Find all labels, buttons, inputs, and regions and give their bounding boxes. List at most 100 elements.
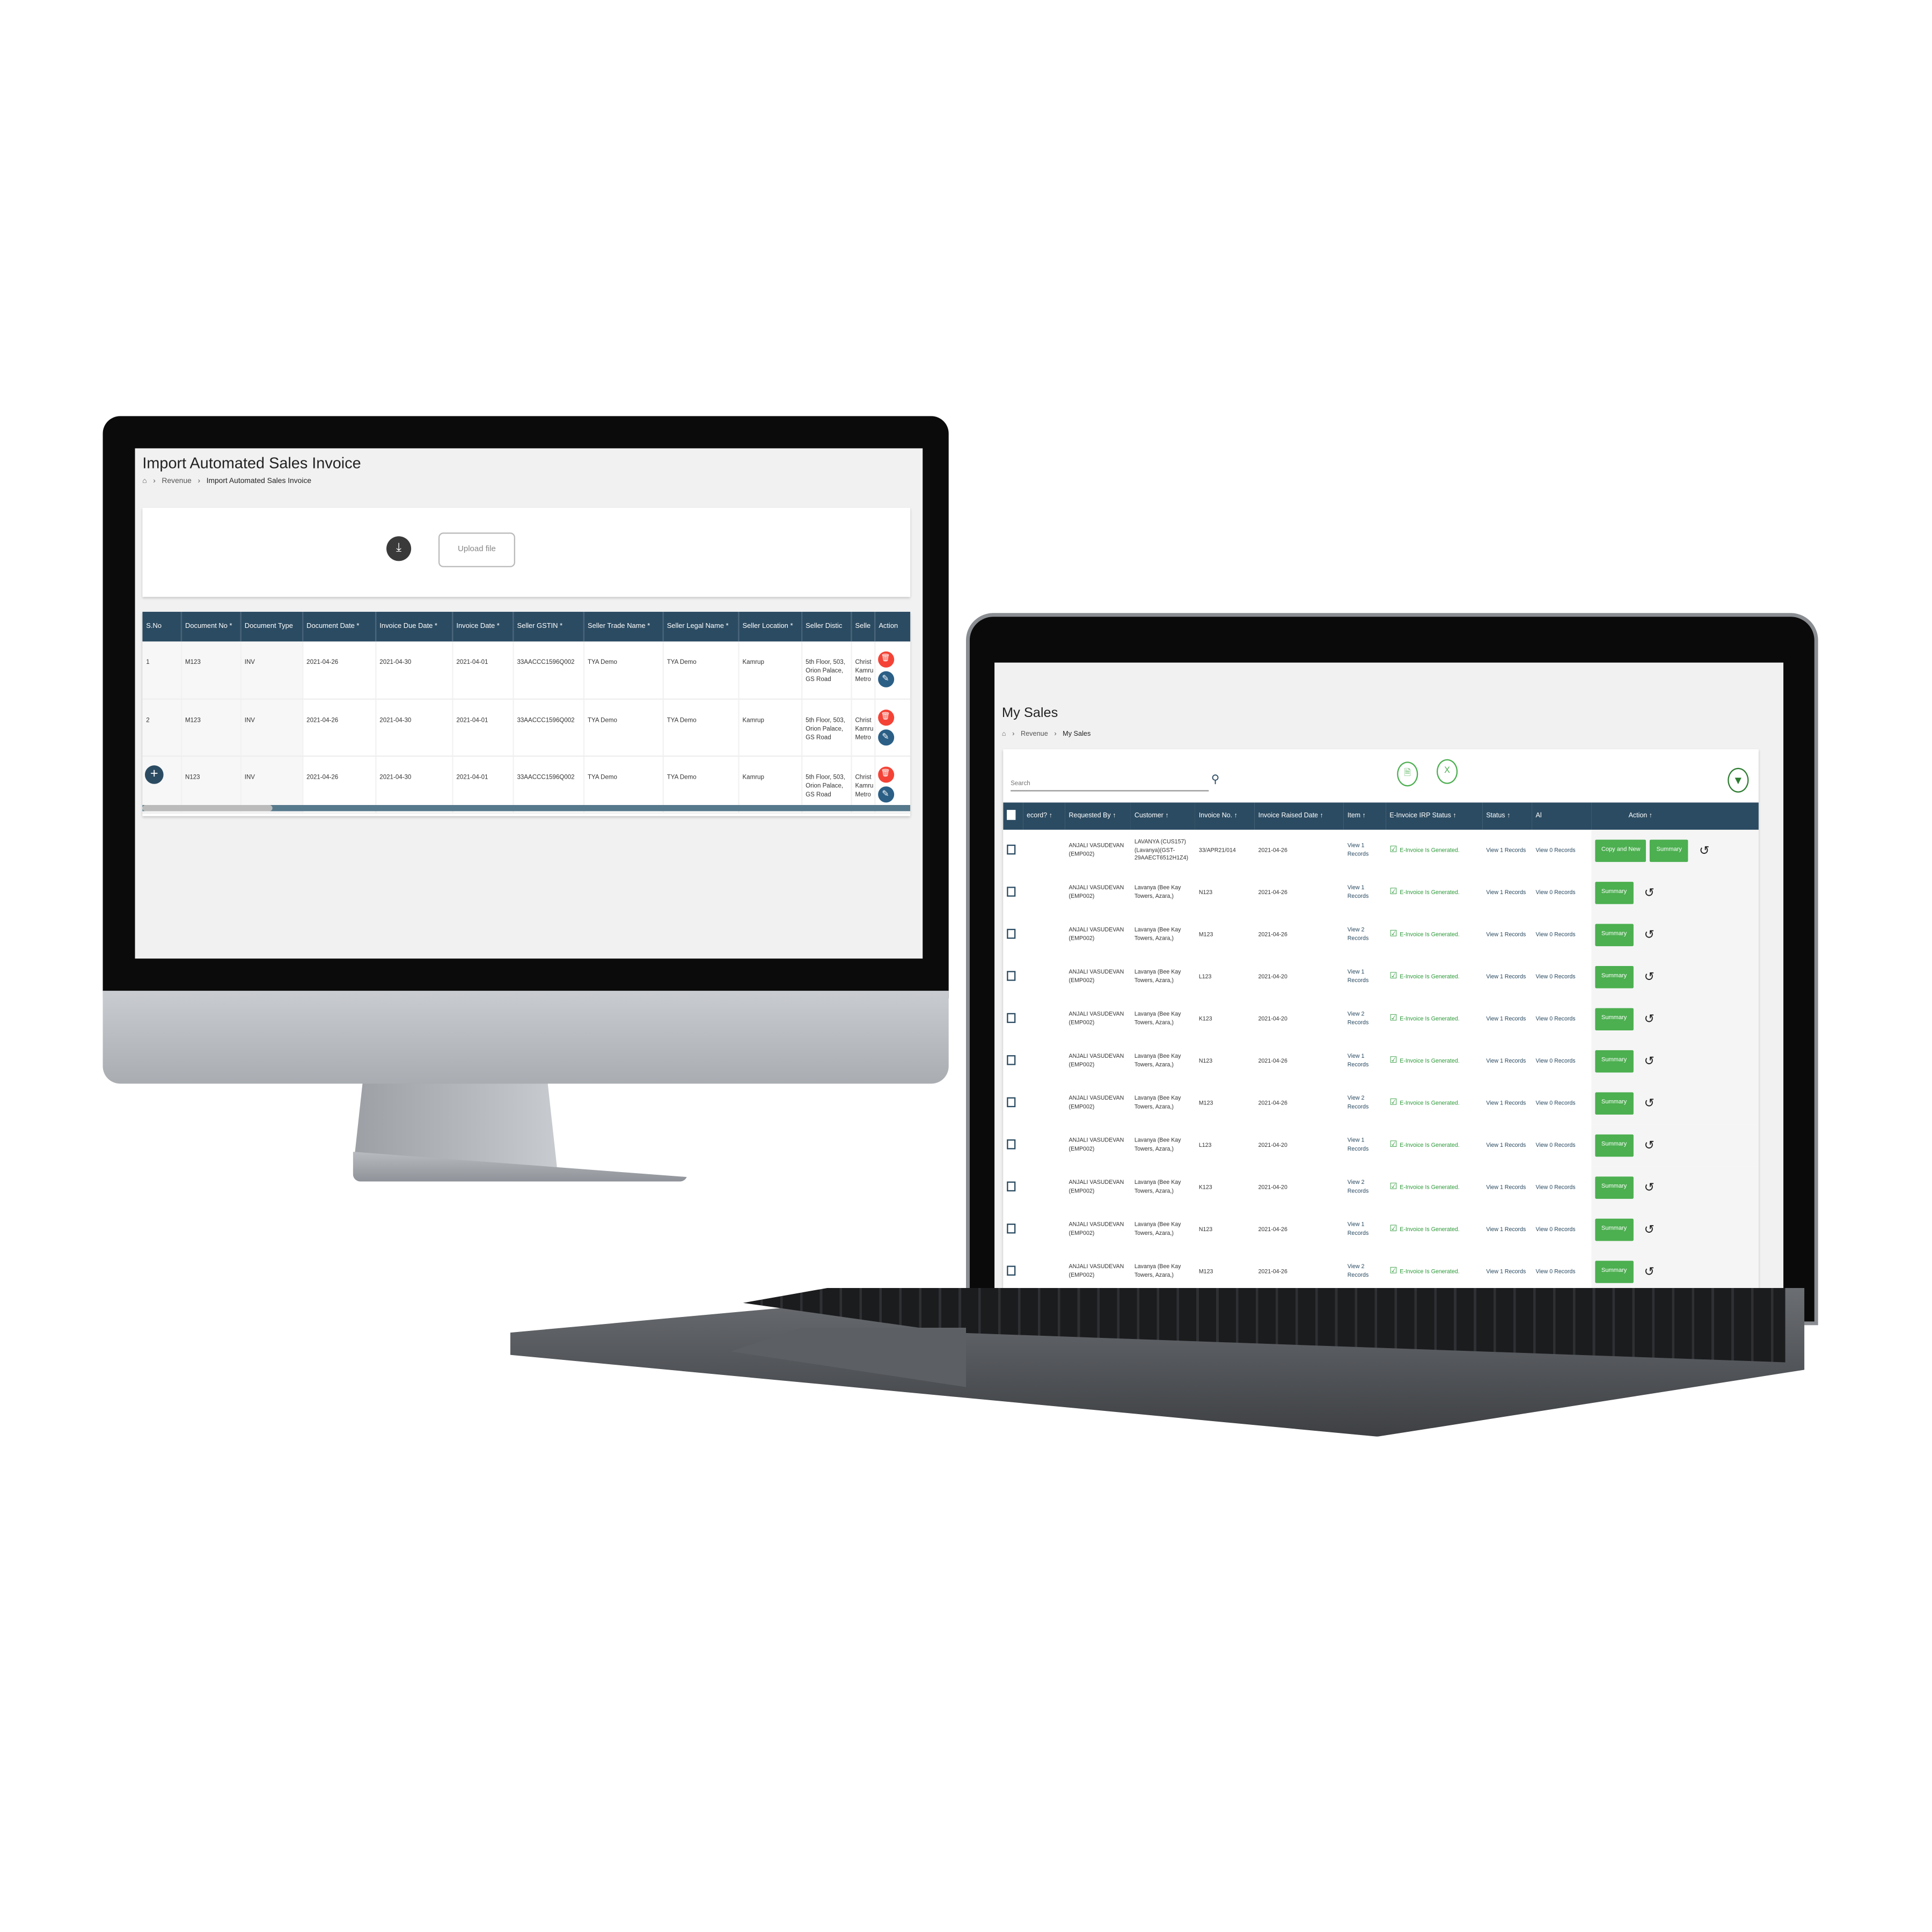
checkbox-icon[interactable]: [1007, 928, 1016, 939]
column-header[interactable]: Seller Trade Name *: [583, 612, 663, 642]
download-icon[interactable]: ⤓: [386, 536, 412, 561]
item-cell[interactable]: View 1 Records: [1343, 1209, 1386, 1251]
checkbox-icon[interactable]: [1007, 1055, 1016, 1065]
al-cell[interactable]: View 0 Records: [1532, 956, 1592, 999]
breadcrumb-revenue[interactable]: Revenue: [1021, 731, 1048, 738]
history-icon[interactable]: ↺: [1644, 1094, 1655, 1113]
column-header[interactable]: Seller GSTIN *: [513, 612, 584, 642]
summary-button[interactable]: Summary: [1595, 1218, 1633, 1241]
al-cell[interactable]: View 0 Records: [1532, 998, 1592, 1041]
summary-button[interactable]: Summary: [1595, 1261, 1633, 1283]
column-header[interactable]: E-Invoice IRP Status ↑: [1386, 802, 1483, 830]
delete-icon[interactable]: 🗑: [877, 651, 894, 668]
checkbox-icon[interactable]: [1007, 1139, 1016, 1149]
status-cell[interactable]: View 1 Records: [1482, 1250, 1532, 1293]
column-header[interactable]: Status ↑: [1482, 802, 1532, 830]
status-cell[interactable]: View 1 Records: [1482, 1166, 1532, 1209]
al-cell[interactable]: View 0 Records: [1532, 1082, 1592, 1125]
column-header[interactable]: Seller Location *: [738, 612, 802, 642]
edit-icon[interactable]: ✎: [877, 786, 894, 802]
summary-button[interactable]: Summary: [1650, 839, 1688, 862]
al-cell[interactable]: View 0 Records: [1532, 872, 1592, 914]
add-row-button[interactable]: +: [145, 765, 164, 784]
history-icon[interactable]: ↺: [1644, 1179, 1655, 1197]
status-cell[interactable]: View 1 Records: [1482, 1209, 1532, 1251]
checkbox-icon[interactable]: [1007, 886, 1016, 896]
history-icon[interactable]: ↺: [1644, 968, 1655, 986]
column-header[interactable]: Invoice Due Date *: [375, 612, 453, 642]
column-header[interactable]: Action: [874, 612, 911, 642]
checkbox-icon[interactable]: [1007, 1012, 1016, 1023]
sort-arrow-icon[interactable]: ↑: [1451, 813, 1456, 820]
al-cell[interactable]: View 0 Records: [1532, 1209, 1592, 1251]
history-icon[interactable]: ↺: [1644, 884, 1655, 903]
column-header[interactable]: Item ↑: [1343, 802, 1386, 830]
summary-button[interactable]: Summary: [1595, 1050, 1633, 1073]
search-icon[interactable]: ⚲: [1211, 773, 1219, 786]
summary-button[interactable]: Summary: [1595, 1176, 1633, 1199]
al-cell[interactable]: View 0 Records: [1532, 830, 1592, 872]
column-header[interactable]: Document No *: [180, 612, 241, 642]
sort-arrow-icon[interactable]: ↑: [1647, 813, 1652, 820]
pdf-export-icon[interactable]: 🗎: [1397, 762, 1418, 787]
sort-arrow-icon[interactable]: ↑: [1318, 813, 1323, 820]
status-cell[interactable]: View 1 Records: [1482, 1082, 1532, 1125]
edit-icon[interactable]: ✎: [877, 671, 894, 687]
checkbox-icon[interactable]: [1007, 1096, 1016, 1107]
summary-button[interactable]: Summary: [1595, 1092, 1633, 1115]
summary-button[interactable]: Summary: [1595, 1134, 1633, 1157]
item-cell[interactable]: View 2 Records: [1343, 914, 1386, 956]
al-cell[interactable]: View 0 Records: [1532, 1250, 1592, 1293]
checkbox-icon[interactable]: [1007, 810, 1016, 820]
sort-arrow-icon[interactable]: ↑: [1047, 813, 1052, 820]
filter-icon[interactable]: ▼: [1728, 767, 1749, 793]
checkbox-icon[interactable]: [1007, 1181, 1016, 1191]
checkbox-icon[interactable]: [1007, 844, 1016, 854]
breadcrumb-revenue[interactable]: Revenue: [162, 478, 191, 486]
summary-button[interactable]: Summary: [1595, 966, 1633, 989]
item-cell[interactable]: View 1 Records: [1343, 1040, 1386, 1082]
delete-icon[interactable]: 🗑: [877, 766, 894, 782]
column-header[interactable]: Document Type: [240, 612, 303, 642]
history-icon[interactable]: ↺: [1644, 1263, 1655, 1282]
column-header[interactable]: Seller Legal Name *: [662, 612, 739, 642]
select-all-checkbox[interactable]: [1003, 802, 1023, 830]
column-header[interactable]: Invoice No. ↑: [1195, 802, 1255, 830]
history-icon[interactable]: ↺: [1644, 1136, 1655, 1155]
sort-arrow-icon[interactable]: ↑: [1163, 813, 1168, 820]
status-cell[interactable]: View 1 Records: [1482, 1040, 1532, 1082]
scrollbar-thumb[interactable]: [142, 805, 273, 811]
item-cell[interactable]: View 2 Records: [1343, 1166, 1386, 1209]
al-cell[interactable]: View 0 Records: [1532, 1166, 1592, 1209]
history-icon[interactable]: ↺: [1644, 1220, 1655, 1239]
sort-arrow-icon[interactable]: ↑: [1111, 813, 1116, 820]
item-cell[interactable]: View 1 Records: [1343, 1124, 1386, 1167]
status-cell[interactable]: View 1 Records: [1482, 1124, 1532, 1167]
column-header[interactable]: Seller Distic: [801, 612, 852, 642]
al-cell[interactable]: View 0 Records: [1532, 1124, 1592, 1167]
item-cell[interactable]: View 2 Records: [1343, 1082, 1386, 1125]
status-cell[interactable]: View 1 Records: [1482, 998, 1532, 1041]
horizontal-scrollbar[interactable]: [142, 805, 911, 811]
checkbox-icon[interactable]: [1007, 1223, 1016, 1233]
status-cell[interactable]: View 1 Records: [1482, 914, 1532, 956]
summary-button[interactable]: Summary: [1595, 924, 1633, 947]
column-header[interactable]: Invoice Raised Date ↑: [1254, 802, 1344, 830]
column-header[interactable]: S.No: [142, 612, 182, 642]
history-icon[interactable]: ↺: [1644, 1010, 1655, 1029]
column-header[interactable]: Al: [1532, 802, 1592, 830]
delete-icon[interactable]: 🗑: [877, 709, 894, 726]
history-icon[interactable]: ↺: [1644, 926, 1655, 945]
item-cell[interactable]: View 1 Records: [1343, 830, 1386, 872]
sort-arrow-icon[interactable]: ↑: [1232, 813, 1238, 820]
sort-arrow-icon[interactable]: ↑: [1360, 813, 1365, 820]
upload-file-button[interactable]: Upload file: [438, 532, 516, 567]
sort-arrow-icon[interactable]: ↑: [1505, 813, 1511, 820]
excel-export-icon[interactable]: X: [1436, 759, 1458, 784]
al-cell[interactable]: View 0 Records: [1532, 1040, 1592, 1082]
copy-and-new-button[interactable]: Copy and New: [1595, 839, 1647, 862]
item-cell[interactable]: View 1 Records: [1343, 956, 1386, 999]
checkbox-icon[interactable]: [1007, 970, 1016, 980]
summary-button[interactable]: Summary: [1595, 1008, 1633, 1031]
column-header[interactable]: ecord? ↑: [1023, 802, 1065, 830]
